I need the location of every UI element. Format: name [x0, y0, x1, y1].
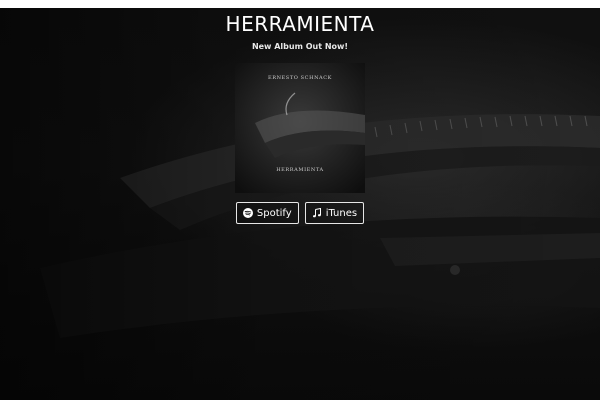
top-strip [0, 0, 600, 8]
itunes-label: iTunes [325, 207, 358, 219]
page: HERRAMIENTA New Album Out Now! ERNESTO S… [0, 0, 600, 400]
itunes-button[interactable]: iTunes [304, 202, 365, 224]
album-cover-artwork [235, 63, 365, 193]
streaming-links: Spotify iTunes [0, 202, 600, 224]
spotify-button[interactable]: Spotify [235, 202, 299, 224]
spotify-icon [242, 208, 253, 218]
hero: HERRAMIENTA New Album Out Now! ERNESTO S… [0, 8, 600, 224]
announcement-text: New Album Out Now! [251, 42, 349, 51]
spotify-label: Spotify [256, 207, 292, 219]
music-note-icon [312, 208, 322, 218]
album-title: HERRAMIENTA [276, 167, 324, 173]
album-cover[interactable]: ERNESTO SCHNACK HERRAMIENTA [235, 63, 365, 193]
album-artist: ERNESTO SCHNACK [267, 75, 333, 81]
page-title: HERRAMIENTA [225, 12, 375, 36]
